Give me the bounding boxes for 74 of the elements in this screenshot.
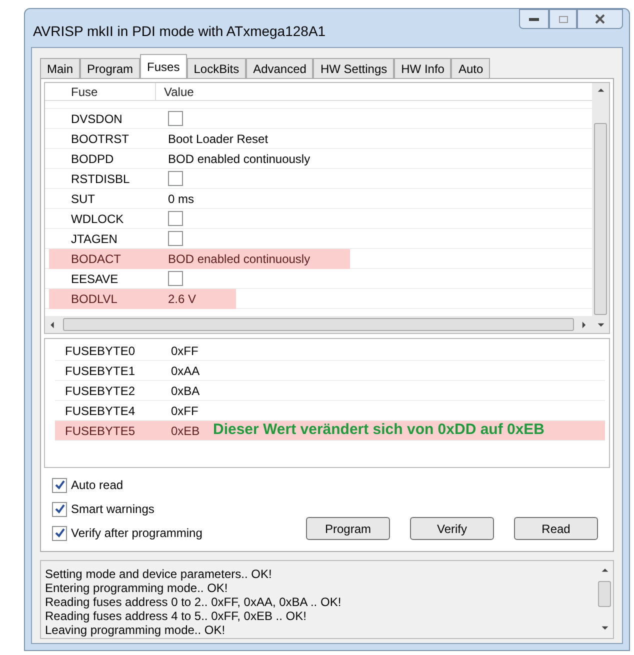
fuse-name: JTAGEN <box>70 230 118 248</box>
fuse-byte-value: 0xBA <box>170 382 201 400</box>
scroll-up-icon[interactable] <box>596 87 604 95</box>
scroll-thumb[interactable] <box>594 123 607 315</box>
fuse-value: BOD enabled continuously <box>165 248 350 268</box>
fuse-name: RSTDISBL <box>70 170 131 188</box>
fuse-byte-value: 0xEB <box>170 422 201 440</box>
fuse-byte-name: FUSEBYTE1 <box>64 362 136 380</box>
window-title: AVRISP mkII in PDI mode with ATxmega128A1 <box>33 22 326 41</box>
fuse-byte-name: FUSEBYTE4 <box>64 402 136 420</box>
close-button[interactable] <box>577 9 623 29</box>
fuse-name: BODPD <box>70 150 115 168</box>
fuse-byte-name: FUSEBYTE5 <box>64 422 136 440</box>
fuse-byte-value: 0xAA <box>170 362 201 380</box>
check-icon <box>54 504 64 514</box>
log-line: Setting mode and device parameters.. OK! <box>45 567 273 581</box>
checkbox-label: Auto read <box>71 477 124 494</box>
log-line: Leaving programming mode.. OK! <box>45 623 226 637</box>
annotation-text: Dieser Wert verändert sich von 0xDD auf 0xEB <box>213 420 545 440</box>
scroll-up-icon[interactable] <box>600 567 608 575</box>
fuse-name: BODACT <box>49 248 165 268</box>
maximize-icon <box>558 16 568 22</box>
checkbox[interactable] <box>168 211 183 226</box>
fuse-name: BODLVL <box>49 288 165 308</box>
fuse-byte-name: FUSEBYTE2 <box>64 382 136 400</box>
fuse-value: 2.6 V <box>165 288 236 308</box>
checkbox-label: Verify after programming <box>71 525 202 542</box>
fuse-name: WDLOCK <box>70 210 125 228</box>
tab[interactable]: Program <box>80 58 140 78</box>
scroll-thumb[interactable] <box>598 581 611 607</box>
fuse-value: Boot Loader Reset <box>167 130 268 148</box>
scroll-thumb[interactable] <box>63 318 574 331</box>
scroll-down-icon[interactable] <box>600 624 608 632</box>
checkbox[interactable] <box>52 526 67 540</box>
action-button[interactable]: Verify <box>410 517 494 540</box>
checkbox[interactable] <box>168 231 183 246</box>
column-header: Fuse <box>70 84 99 100</box>
tab[interactable]: Fuses <box>140 54 187 78</box>
tab[interactable]: Advanced <box>246 58 314 78</box>
scroll-right-icon[interactable] <box>580 320 588 328</box>
fuse-byte-value: 0xFF <box>170 402 200 420</box>
minimize-button[interactable] <box>519 9 549 29</box>
vertical-scrollbar[interactable] <box>592 83 609 333</box>
action-button[interactable]: Read <box>514 517 598 540</box>
horizontal-scrollbar[interactable] <box>45 316 592 333</box>
fuse-name: SUT <box>70 190 96 208</box>
fuse-byte-value: 0xFF <box>170 342 200 360</box>
tab[interactable]: Main <box>40 58 80 78</box>
log-line: Reading fuses address 0 to 2.. 0xFF, 0xAA, 0xBA .. OK! <box>45 595 342 609</box>
checkbox-label: Smart warnings <box>71 501 154 518</box>
log-line: Entering programming mode.. OK! <box>45 581 229 595</box>
checkbox[interactable] <box>168 171 183 186</box>
tab[interactable]: LockBits <box>186 58 246 78</box>
fuse-name: DVSDON <box>70 110 124 128</box>
tab[interactable]: Auto <box>451 58 490 78</box>
checkbox[interactable] <box>168 111 183 126</box>
checkbox[interactable] <box>52 478 67 492</box>
checkbox[interactable] <box>168 271 183 286</box>
check-icon <box>54 528 64 538</box>
fuse-name: BOOTRST <box>70 130 130 148</box>
fuse-name: EESAVE <box>70 270 120 288</box>
minimize-icon <box>529 18 539 20</box>
check-icon <box>54 480 64 490</box>
scroll-left-icon[interactable] <box>49 320 57 328</box>
fuse-byte-name: FUSEBYTE0 <box>64 342 136 360</box>
checkbox[interactable] <box>52 502 67 516</box>
fuse-value: 0 ms <box>167 190 194 208</box>
action-button[interactable]: Program <box>306 517 390 540</box>
tab[interactable]: HW Settings <box>313 58 394 78</box>
close-icon <box>595 14 605 24</box>
log-line: Reading fuses address 4 to 5.. 0xFF, 0xEB .. OK! <box>45 609 308 623</box>
fuse-value: BOD enabled continuously <box>167 150 310 168</box>
tab[interactable]: HW Info <box>394 58 452 78</box>
scroll-down-icon[interactable] <box>596 321 604 329</box>
